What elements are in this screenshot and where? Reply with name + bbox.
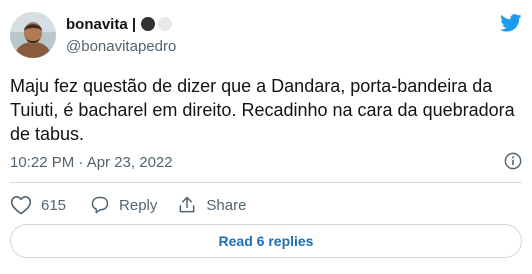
reply-bubble-icon	[91, 196, 109, 214]
reply-button[interactable]: Reply	[90, 195, 157, 215]
avatar[interactable]	[10, 12, 56, 58]
like-count: 615	[41, 196, 67, 214]
author-block: bonavita | @bonavitapedro	[66, 14, 176, 56]
divider	[10, 182, 522, 183]
action-bar: 615 Reply Share	[10, 194, 246, 216]
name-row: bonavita |	[66, 14, 176, 34]
info-icon[interactable]	[504, 152, 522, 170]
display-name[interactable]: bonavita |	[66, 16, 136, 33]
read-replies-label: Read 6 replies	[218, 233, 314, 249]
reply-label: Reply	[119, 196, 158, 214]
share-label: Share	[206, 196, 247, 214]
like-button[interactable]: 615	[10, 195, 66, 215]
tweet-text: Maju fez questão de dizer que a Dandara,…	[10, 76, 515, 144]
light-circle-icon	[158, 17, 173, 31]
tweet-timestamp[interactable]: 10:22 PM · Apr 23, 2022	[10, 154, 173, 171]
user-handle[interactable]: @bonavitapedro	[66, 38, 176, 55]
name-badges	[141, 17, 175, 31]
share-button[interactable]: Share	[177, 195, 246, 215]
twitter-bird-icon[interactable]	[500, 14, 522, 32]
share-icon	[179, 196, 195, 213]
heart-icon	[10, 196, 32, 215]
dark-circle-icon	[141, 17, 156, 31]
read-replies-button[interactable]: Read 6 replies	[10, 224, 522, 258]
tweet-card: bonavita | @bonavitapedro Maju fez quest…	[0, 0, 532, 274]
profile-photo-icon	[10, 12, 56, 58]
